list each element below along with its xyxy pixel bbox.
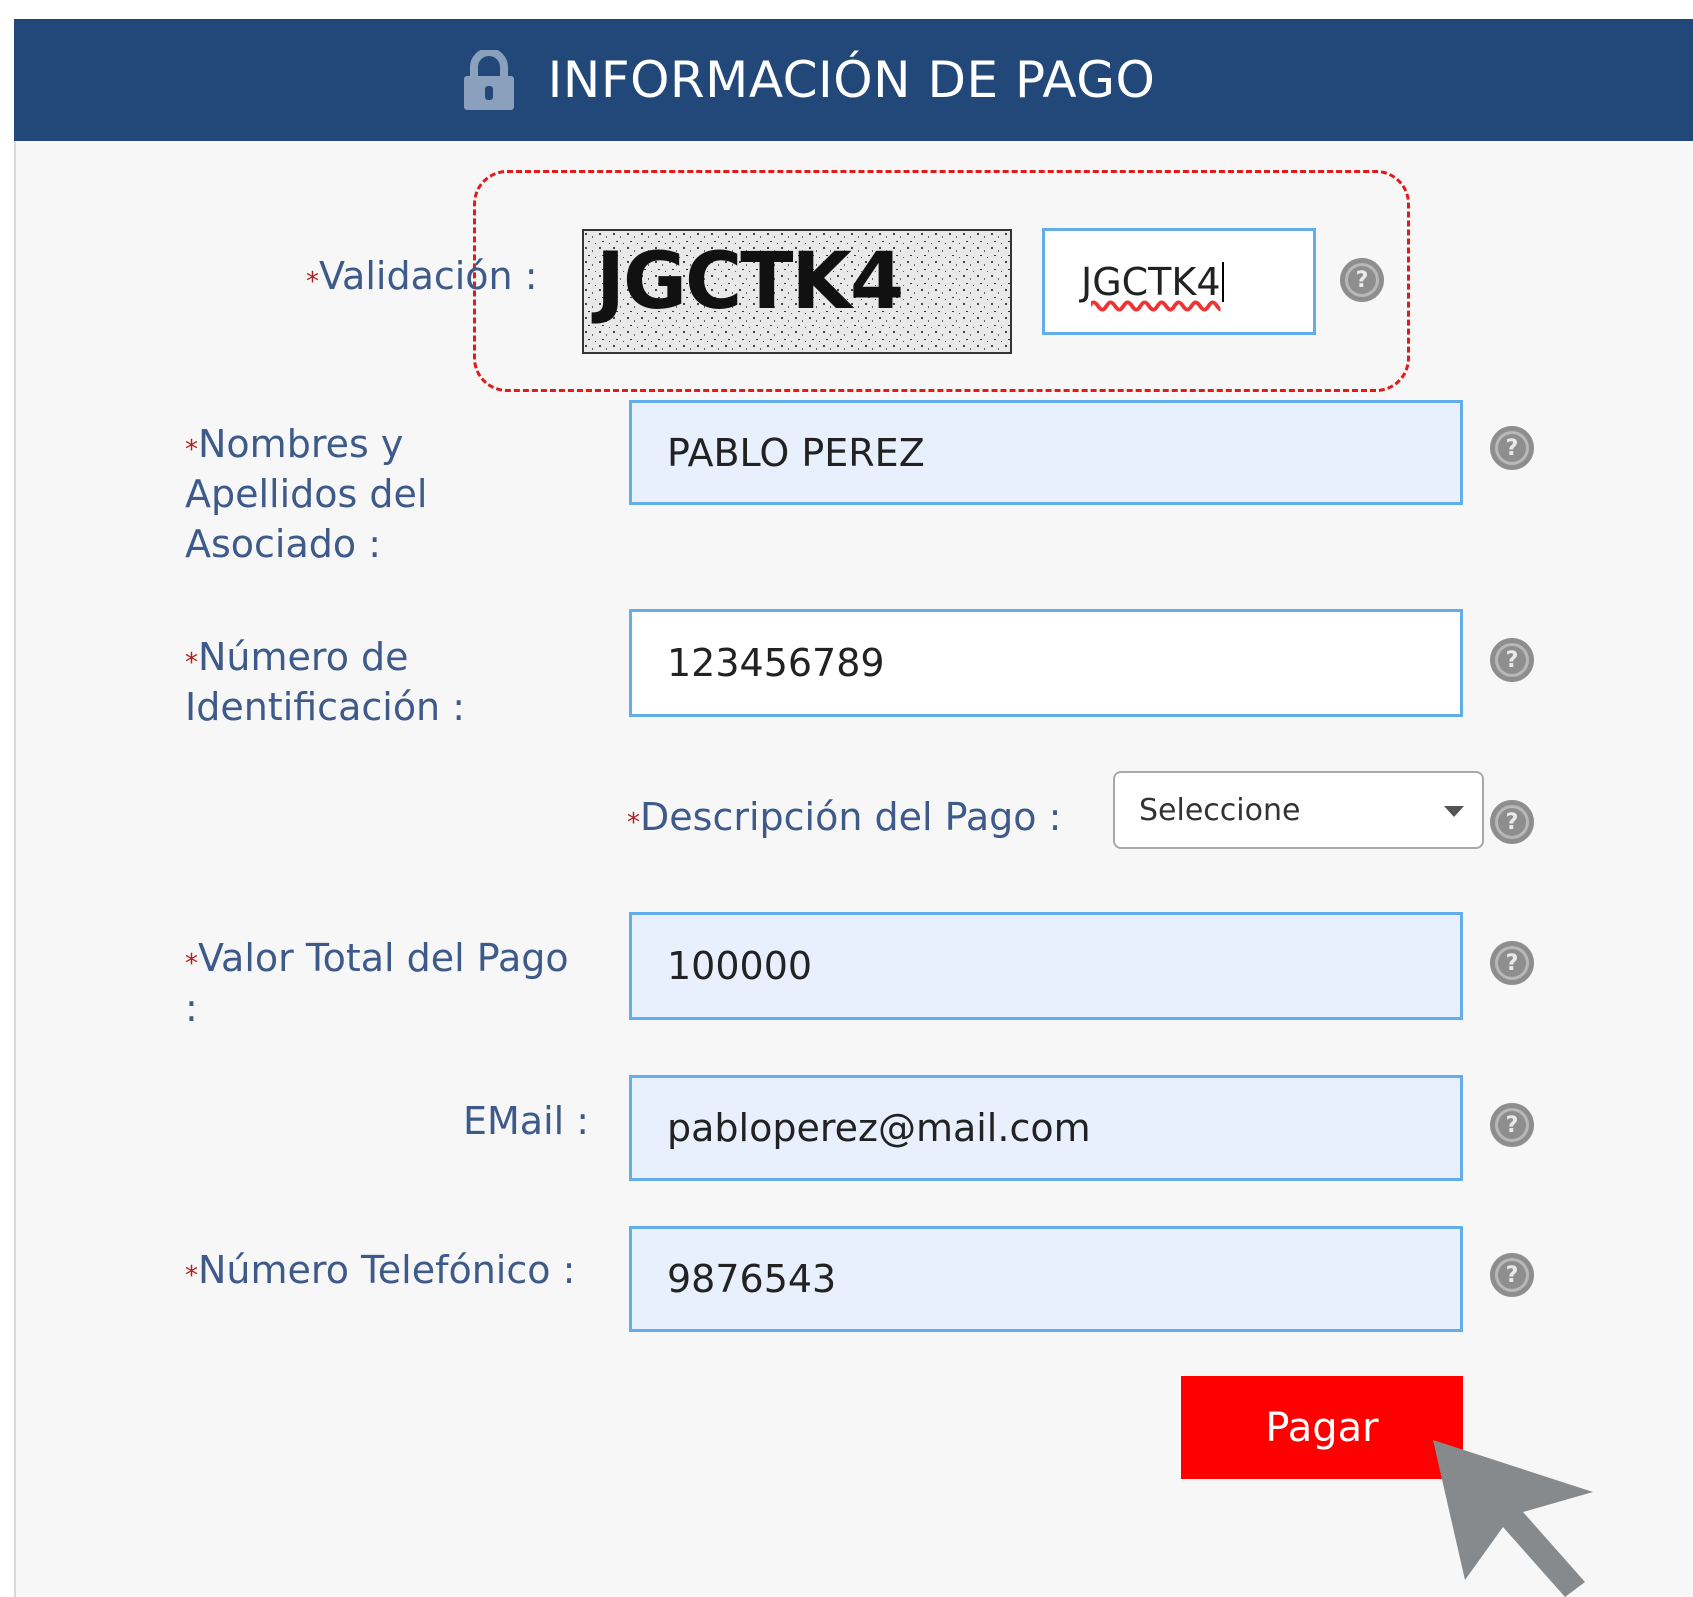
phone-input[interactable]: 9876543 [629, 1226, 1463, 1332]
page-title: INFORMACIÓN DE PAGO [547, 51, 1156, 109]
captcha-input-value: JGCTK4 [1081, 259, 1221, 304]
validation-label-text: Validación : [319, 254, 538, 298]
captcha-image: JGCTK4 [582, 229, 1012, 354]
help-icon[interactable]: ? [1490, 1253, 1534, 1297]
chevron-down-icon [1444, 806, 1464, 817]
pay-button[interactable]: Pagar [1181, 1376, 1463, 1479]
mouse-pointer-icon [1433, 1440, 1593, 1597]
name-input[interactable]: PABLO PEREZ [629, 400, 1463, 505]
email-label: EMail : [463, 1099, 590, 1143]
captcha-text: JGCTK4 [596, 237, 904, 327]
help-icon[interactable]: ? [1490, 638, 1534, 682]
description-select[interactable]: Seleccione [1113, 771, 1484, 849]
email-input[interactable]: pabloperez@mail.com [629, 1075, 1463, 1181]
lock-icon [463, 50, 514, 110]
description-label: *Descripción del Pago : [627, 795, 1062, 839]
help-icon[interactable]: ? [1490, 426, 1534, 470]
help-icon[interactable]: ? [1490, 1103, 1534, 1147]
description-selected: Seleccione [1139, 792, 1301, 828]
captcha-input[interactable]: JGCTK4 [1042, 228, 1316, 335]
amount-label: *Valor Total del Pago : [185, 936, 569, 1030]
validation-label: *Validación : [306, 251, 538, 301]
amount-input[interactable]: 100000 [629, 912, 1463, 1020]
id-number-input[interactable]: 123456789 [629, 609, 1463, 717]
payment-header: INFORMACIÓN DE PAGO [14, 19, 1693, 141]
phone-label: *Número Telefónico : [185, 1248, 576, 1292]
required-mark: * [306, 267, 319, 297]
help-icon[interactable]: ? [1490, 941, 1534, 985]
text-caret [1221, 261, 1224, 302]
name-label: *Nombres y Apellidos del Asociado : [185, 422, 428, 566]
help-icon[interactable]: ? [1340, 258, 1384, 302]
help-icon[interactable]: ? [1490, 800, 1534, 844]
id-label: *Número de Identificación : [185, 635, 466, 729]
